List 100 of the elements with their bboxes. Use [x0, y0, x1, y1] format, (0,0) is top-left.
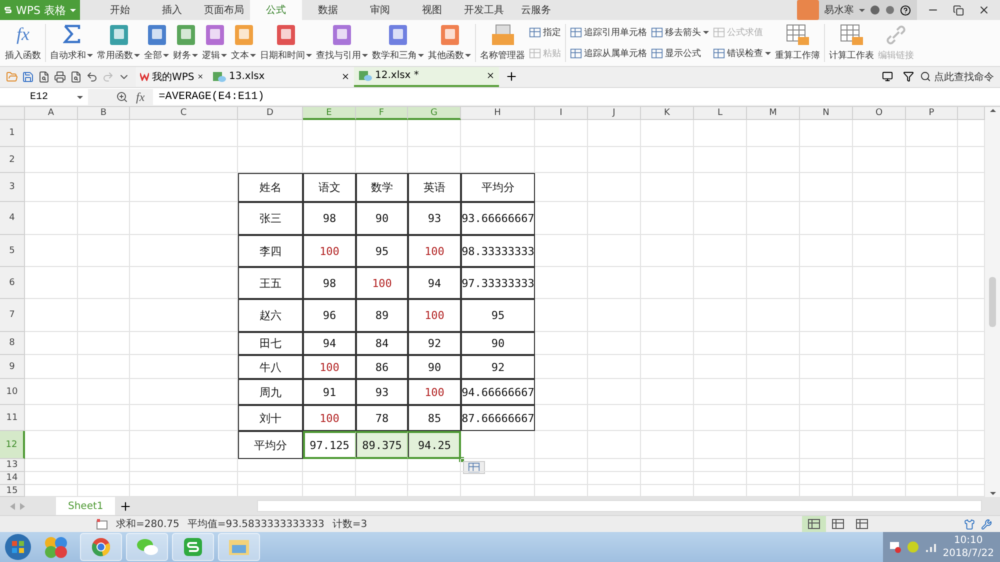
- empty-cell[interactable]: [694, 355, 747, 379]
- empty-cell[interactable]: [800, 431, 853, 459]
- ribbon-button[interactable]: 查找与引用: [314, 20, 370, 66]
- empty-cell[interactable]: [853, 147, 906, 173]
- empty-cell[interactable]: [641, 355, 694, 379]
- next-sheet-icon[interactable]: [20, 502, 25, 510]
- row-header[interactable]: 6: [0, 267, 25, 299]
- row-header[interactable]: 1: [0, 120, 25, 147]
- empty-cell[interactable]: [78, 173, 130, 202]
- empty-cell[interactable]: [130, 472, 238, 485]
- empty-cell[interactable]: [694, 379, 747, 405]
- ribbon-button[interactable]: 其他函数: [426, 20, 473, 66]
- empty-cell[interactable]: [694, 202, 747, 235]
- document-tab[interactable]: 12.xlsx *: [354, 66, 499, 87]
- restore-icon[interactable]: [953, 4, 964, 16]
- flag-icon[interactable]: [888, 541, 901, 553]
- empty-cell[interactable]: [906, 235, 958, 267]
- empty-cell[interactable]: [408, 120, 461, 147]
- menu-tab[interactable]: 审阅: [354, 0, 406, 20]
- empty-cell[interactable]: [78, 202, 130, 235]
- user-name[interactable]: 易水寒: [824, 3, 854, 17]
- ribbon-button[interactable]: 日期和时间: [258, 20, 314, 66]
- empty-cell[interactable]: [800, 173, 853, 202]
- row-header[interactable]: 3: [0, 173, 25, 202]
- empty-cell[interactable]: [78, 472, 130, 485]
- row-header[interactable]: 10: [0, 379, 25, 405]
- empty-cell[interactable]: [906, 459, 958, 472]
- empty-cell[interactable]: [853, 379, 906, 405]
- empty-cell[interactable]: [853, 202, 906, 235]
- column-header[interactable]: A: [25, 107, 78, 120]
- empty-cell[interactable]: [641, 235, 694, 267]
- name-box[interactable]: E12: [0, 89, 88, 106]
- ribbon-button[interactable]: 常用函数: [95, 20, 142, 66]
- empty-cell[interactable]: [800, 147, 853, 173]
- empty-cell[interactable]: [906, 299, 958, 332]
- empty-cell[interactable]: [461, 120, 535, 147]
- empty-cell[interactable]: [694, 472, 747, 485]
- empty-cell[interactable]: [78, 299, 130, 332]
- empty-cell[interactable]: [694, 405, 747, 431]
- empty-cell[interactable]: [800, 459, 853, 472]
- empty-cell[interactable]: [800, 332, 853, 355]
- empty-cell[interactable]: [588, 405, 641, 431]
- empty-cell[interactable]: [694, 332, 747, 355]
- empty-cell[interactable]: [588, 355, 641, 379]
- empty-cell[interactable]: [641, 405, 694, 431]
- menu-tab[interactable]: 云服务: [510, 0, 562, 20]
- empty-cell[interactable]: [461, 472, 535, 485]
- empty-cell[interactable]: [853, 173, 906, 202]
- empty-cell[interactable]: [906, 120, 958, 147]
- taskbar-button[interactable]: [80, 533, 122, 561]
- wrench-icon[interactable]: [981, 518, 992, 530]
- empty-cell[interactable]: [588, 267, 641, 299]
- empty-cell[interactable]: [747, 355, 800, 379]
- ribbon-button[interactable]: 追踪引用单元格: [570, 26, 647, 39]
- empty-cell[interactable]: [356, 459, 408, 472]
- empty-cell[interactable]: [78, 120, 130, 147]
- empty-cell[interactable]: [906, 355, 958, 379]
- empty-cell[interactable]: [78, 405, 130, 431]
- empty-cell[interactable]: [238, 472, 303, 485]
- column-header[interactable]: N: [800, 107, 853, 120]
- folder-icon[interactable]: [6, 70, 18, 83]
- empty-cell[interactable]: [747, 459, 800, 472]
- empty-cell[interactable]: [303, 472, 356, 485]
- empty-cell[interactable]: [694, 431, 747, 459]
- menu-tab[interactable]: 开始: [94, 0, 146, 20]
- ribbon-button[interactable]: 显示公式: [651, 46, 709, 60]
- empty-cell[interactable]: [853, 299, 906, 332]
- empty-cell[interactable]: [747, 379, 800, 405]
- menu-tab[interactable]: 公式: [250, 0, 302, 20]
- empty-cell[interactable]: [408, 459, 461, 472]
- menu-tab[interactable]: 插入: [146, 0, 198, 20]
- empty-cell[interactable]: [78, 355, 130, 379]
- empty-cell[interactable]: [853, 267, 906, 299]
- close-icon[interactable]: [341, 72, 350, 82]
- ribbon-button[interactable]: 数学和三角: [370, 20, 426, 66]
- empty-cell[interactable]: [853, 332, 906, 355]
- empty-cell[interactable]: [303, 459, 356, 472]
- empty-cell[interactable]: [588, 459, 641, 472]
- empty-cell[interactable]: [78, 431, 130, 459]
- empty-cell[interactable]: [906, 173, 958, 202]
- horizontal-scrollbar[interactable]: [257, 499, 982, 513]
- empty-cell[interactable]: [853, 459, 906, 472]
- close-icon[interactable]: [197, 72, 204, 82]
- empty-cell[interactable]: [641, 379, 694, 405]
- empty-cell[interactable]: [535, 431, 588, 459]
- empty-cell[interactable]: [78, 235, 130, 267]
- empty-cell[interactable]: [238, 120, 303, 147]
- column-header[interactable]: M: [747, 107, 800, 120]
- close-icon[interactable]: [978, 4, 990, 16]
- row-header[interactable]: 14: [0, 472, 25, 485]
- menu-tab[interactable]: 视图: [406, 0, 458, 20]
- row-header[interactable]: 5: [0, 235, 25, 267]
- empty-cell[interactable]: [694, 235, 747, 267]
- document-tab[interactable]: 我的WPS: [136, 66, 208, 87]
- empty-cell[interactable]: [356, 120, 408, 147]
- formula-field[interactable]: =AVERAGE(E4:E11): [152, 89, 1000, 106]
- empty-cell[interactable]: [747, 173, 800, 202]
- empty-cell[interactable]: [800, 267, 853, 299]
- vertical-scrollbar[interactable]: [985, 107, 1000, 497]
- row-header[interactable]: 8: [0, 332, 25, 355]
